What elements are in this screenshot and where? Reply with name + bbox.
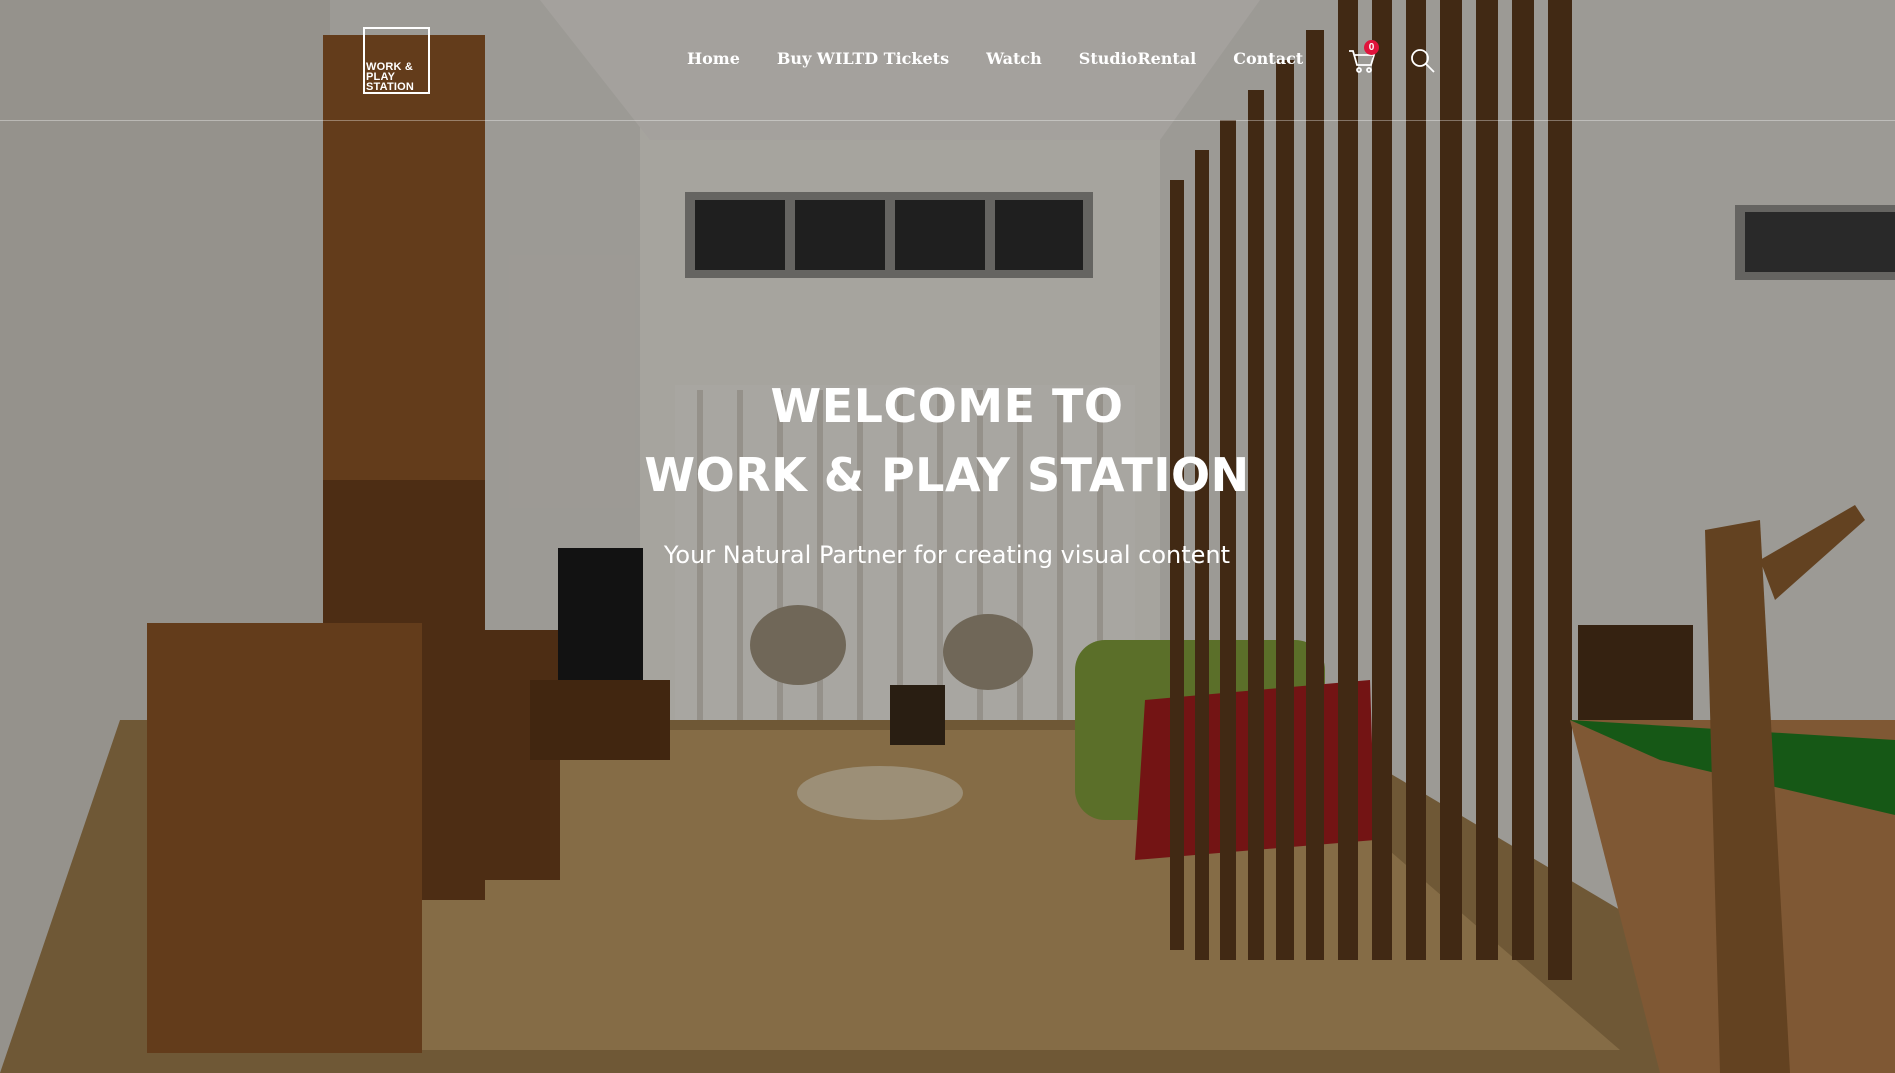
hero-subtitle: Your Natural Partner for creating visual… bbox=[663, 541, 1231, 569]
nav-buy-wiltd-tickets[interactable]: Buy WILTD Tickets bbox=[777, 49, 949, 68]
nav-contact[interactable]: Contact bbox=[1233, 49, 1303, 68]
nav-home[interactable]: Home bbox=[687, 49, 740, 68]
hero-title-line1: WELCOME TO bbox=[770, 379, 1124, 433]
site-logo[interactable]: WORK & PLAY STATION bbox=[363, 27, 430, 94]
hero-title-line2: WORK & PLAY STATION bbox=[644, 448, 1250, 502]
logo-text: WORK & PLAY STATION bbox=[366, 61, 415, 93]
main-nav: Home Buy WILTD Tickets Watch StudioRenta… bbox=[687, 49, 1303, 68]
site-header: WORK & PLAY STATION Home Buy WILTD Ticke… bbox=[0, 0, 1895, 121]
nav-watch[interactable]: Watch bbox=[986, 49, 1042, 68]
cart-count-badge: 0 bbox=[1364, 40, 1379, 55]
search-icon[interactable] bbox=[1410, 48, 1436, 74]
hero-background-image bbox=[0, 0, 1895, 1073]
nav-studio-rental[interactable]: StudioRental bbox=[1079, 49, 1196, 68]
